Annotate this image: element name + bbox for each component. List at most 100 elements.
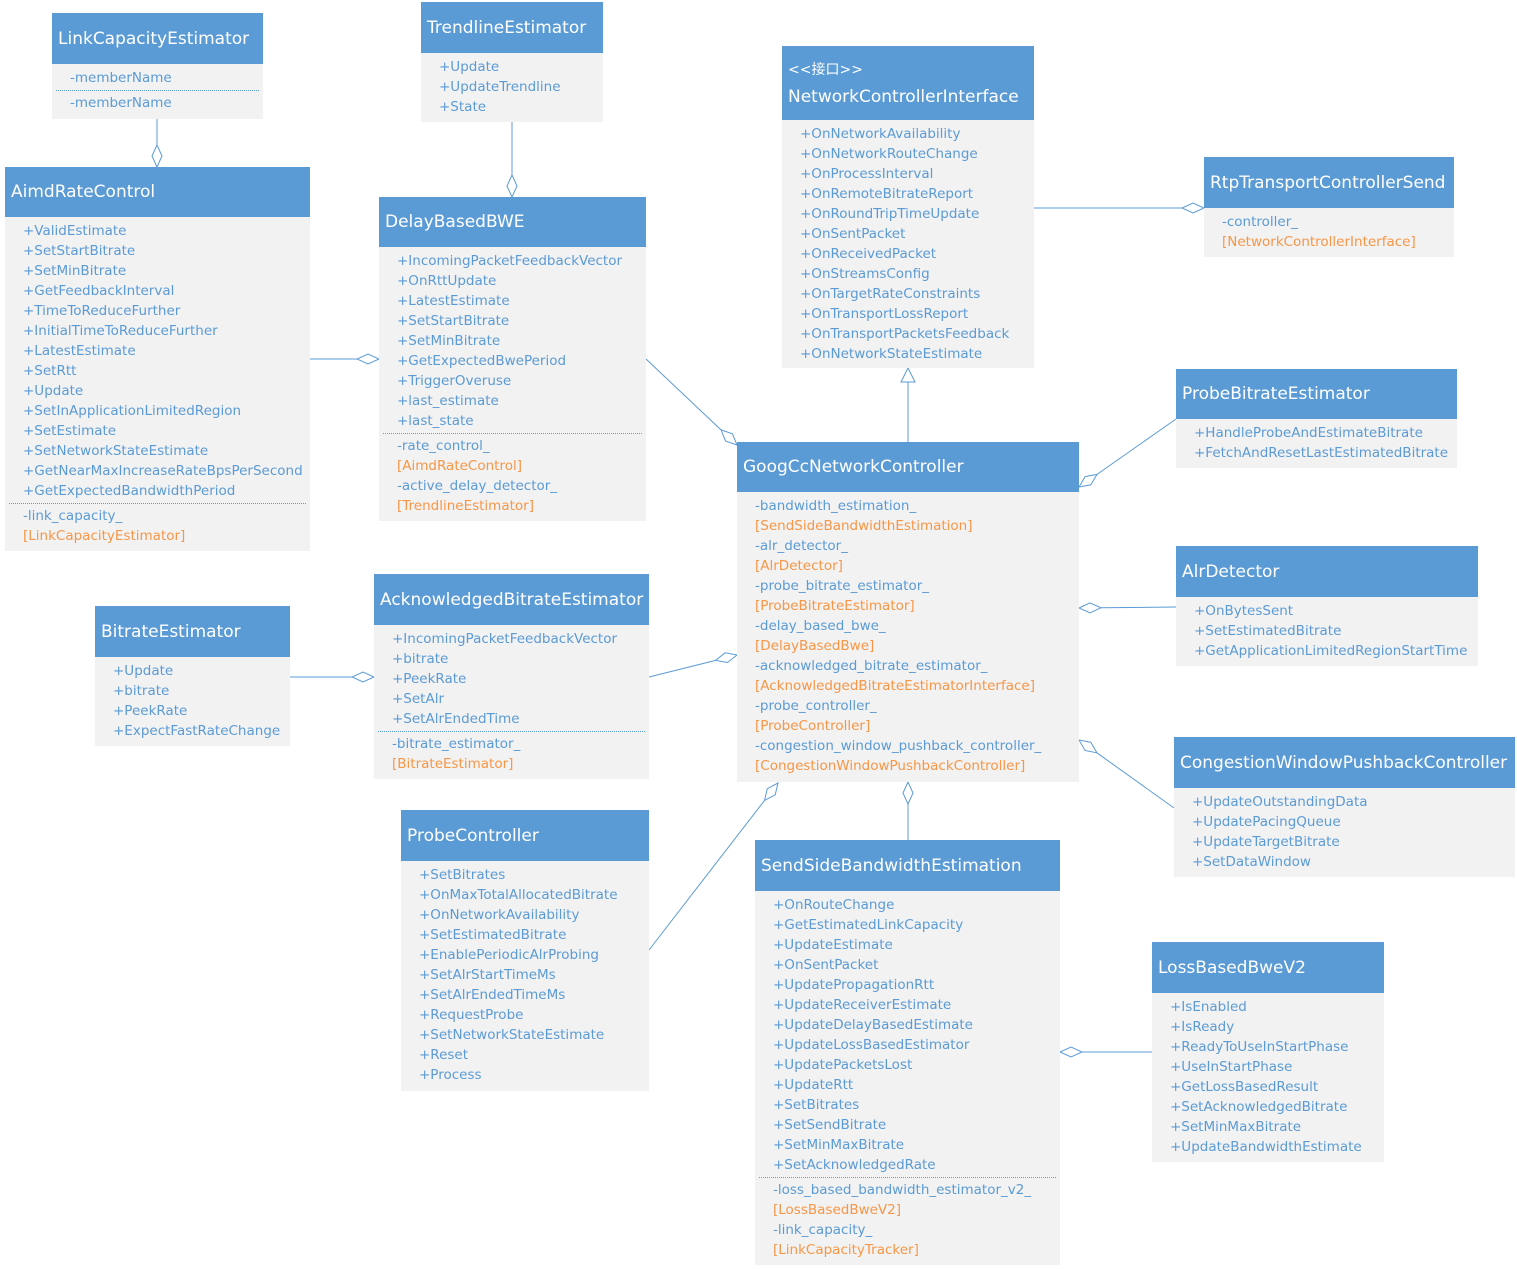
method: +SetAlr (392, 691, 445, 707)
class-acknowledged-bitrate-estimator[interactable]: AcknowledgedBitrateEstimator +IncomingPac… (374, 574, 649, 779)
connector-line (648, 659, 716, 678)
class-body: +HandleProbeAndEstimateBitrate +FetchAndR… (1176, 419, 1457, 467)
connector-line (1100, 606, 1177, 609)
class-body: +OnBytesSent +SetEstimatedBitrate +GetAppl… (1176, 597, 1478, 665)
aggregation-diamond-icon (506, 173, 518, 199)
method: +ValidEstimate (23, 223, 127, 239)
attribute-name: -memberName (70, 70, 172, 86)
class-name: AcknowledgedBitrateEstimator (380, 589, 644, 610)
aggregation-diamond-icon (763, 782, 779, 802)
relation-aggregation (1058, 1046, 1152, 1058)
method: +Process (419, 1067, 482, 1083)
class-name: CongestionWindowPushbackController (1180, 752, 1508, 773)
method: +OnNetworkAvailability (800, 126, 961, 142)
class-goog-cc-network-controller[interactable]: GoogCcNetworkController -bandwidth_estima… (737, 442, 1079, 782)
class-bitrate-estimator[interactable]: BitrateEstimator +Update +bitrate +PeekRate… (95, 606, 290, 746)
class-send-side-bandwidth-estimation[interactable]: SendSideBandwidthEstimation +OnRouteChang… (755, 840, 1060, 1265)
method: +LatestEstimate (23, 343, 136, 359)
class-body: -memberName -memberName (52, 64, 263, 117)
method: +IsEnabled (1170, 999, 1247, 1015)
class-name: LinkCapacityEstimator (58, 28, 250, 49)
method: +InitialTimeToReduceFurther (23, 323, 218, 339)
method: +IsReady (1170, 1019, 1235, 1035)
class-name: GoogCcNetworkController (743, 457, 964, 477)
relation-aggregation (310, 353, 381, 365)
class-stereotype: <<接口>> (788, 62, 863, 78)
method: +OnBytesSent (1194, 603, 1294, 619)
relation-aggregation (1077, 602, 1177, 614)
method: +OnSentPacket (773, 957, 879, 973)
attribute-type: [ProbeBitrateEstimator] (755, 598, 915, 614)
method: +UpdateBandwidthEstimate (1170, 1139, 1362, 1155)
method: +PeekRate (392, 671, 467, 687)
method: +UpdateTrendline (439, 79, 561, 95)
aggregation-diamond-icon (1058, 1046, 1084, 1058)
method: +SetNetworkStateEstimate (419, 1027, 605, 1043)
method: +UpdateOutstandingData (1192, 794, 1368, 810)
class-probe-controller[interactable]: ProbeController +SetBitrates +OnMaxTotalAl… (401, 810, 649, 1091)
attribute-type: [AcknowledgedBitrateEstimatorInterface] (755, 678, 1035, 694)
attribute-type: [CongestionWindowPushbackController] (755, 758, 1026, 774)
separator (9, 503, 306, 504)
class-loss-based-bwe-v2[interactable]: LossBasedBweV2 +IsEnabled +IsReady +ReadyTo… (1152, 942, 1384, 1162)
method: +OnRoundTripTimeUpdate (800, 206, 980, 222)
method: +UpdateReceiverEstimate (773, 997, 952, 1013)
class-body: +Update +UpdateTrendline +State (421, 53, 603, 121)
method: +UpdateEstimate (773, 937, 893, 953)
method: +SetEstimatedBitrate (1194, 623, 1342, 639)
class-header: AcknowledgedBitrateEstimator (374, 574, 649, 625)
method: +UpdateRtt (773, 1077, 854, 1093)
method: +GetLossBasedResult (1170, 1079, 1319, 1095)
class-header: ProbeController (401, 810, 649, 861)
method: +SetStartBitrate (397, 313, 510, 329)
class-aimd-rate-control[interactable]: AimdRateControl +ValidEstimate +SetStartBi… (5, 167, 310, 551)
method: +bitrate (392, 651, 449, 667)
aggregation-diamond-icon (720, 429, 738, 446)
class-network-controller-interface[interactable]: <<接口>> NetworkControllerInterface +OnNetwo… (782, 46, 1034, 368)
attribute-type: [LossBasedBweV2] (773, 1202, 902, 1218)
class-header: ProbeBitrateEstimator (1176, 369, 1457, 419)
separator (56, 90, 259, 91)
class-body: +OnNetworkAvailability +OnNetworkRouteCha… (782, 120, 1034, 368)
method: +TriggerOveruse (397, 373, 512, 389)
attribute-type: [DelayBasedBwe] (755, 638, 875, 654)
attribute-name: -link_capacity_ (773, 1222, 873, 1238)
relation-aggregation (1034, 202, 1206, 214)
attribute-name: -delay_based_bwe_ (755, 618, 886, 634)
method: +OnStreamsConfig (800, 266, 930, 282)
relation-aggregation (1078, 418, 1177, 488)
method: +OnNetworkStateEstimate (800, 346, 983, 362)
class-delay-based-bwe[interactable]: DelayBasedBWE +IncomingPacketFeedbackVect… (379, 197, 646, 521)
class-congestion-window-pushback-controller[interactable]: CongestionWindowPushbackController +Updat… (1174, 737, 1515, 877)
class-body: +Update +bitrate +PeekRate +ExpectFastRateC… (95, 657, 290, 745)
class-header: LossBasedBweV2 (1152, 942, 1384, 993)
class-header: BitrateEstimator (95, 606, 290, 657)
method: +SetBitrates (419, 867, 506, 883)
class-alr-detector[interactable]: AlrDetector +OnBytesSent +SetEstimatedBitr… (1176, 546, 1478, 666)
class-header: GoogCcNetworkController (737, 442, 1079, 492)
method: +OnTransportLossReport (800, 306, 969, 322)
connector-line (1096, 418, 1177, 475)
class-trendline-estimator[interactable]: TrendlineEstimator +Update +UpdateTrendlin… (421, 2, 603, 122)
class-probe-bitrate-estimator[interactable]: ProbeBitrateEstimator +HandleProbeAndEsti… (1176, 369, 1457, 468)
aggregation-diamond-icon (350, 671, 376, 683)
method: +TimeToReduceFurther (23, 303, 181, 319)
method: +SetMinBitrate (397, 333, 501, 349)
separator (759, 1177, 1056, 1178)
aggregation-diamond-icon (902, 780, 914, 806)
attribute-name: -memberName (70, 95, 172, 111)
aggregation-diamond-icon (1078, 473, 1099, 488)
connector-line (648, 800, 765, 951)
method: +UpdateLossBasedEstimator (773, 1037, 970, 1053)
method: +OnRemoteBitrateReport (800, 186, 974, 202)
method: +RequestProbe (419, 1007, 524, 1023)
class-link-capacity-estimator[interactable]: LinkCapacityEstimator -memberName -memberN… (52, 13, 263, 119)
attribute-name: -probe_controller_ (755, 698, 877, 714)
class-rtp-transport-controller-send[interactable]: RtpTransportControllerSend -controller_ [N… (1204, 157, 1454, 257)
class-body: +ValidEstimate +SetStartBitrate +SetMinBit… (5, 217, 310, 550)
separator (378, 731, 645, 732)
connector-line (1096, 752, 1175, 809)
method: +OnMaxTotalAllocatedBitrate (419, 887, 618, 903)
separator (383, 433, 642, 434)
attribute-name: -rate_control_ (397, 438, 490, 454)
